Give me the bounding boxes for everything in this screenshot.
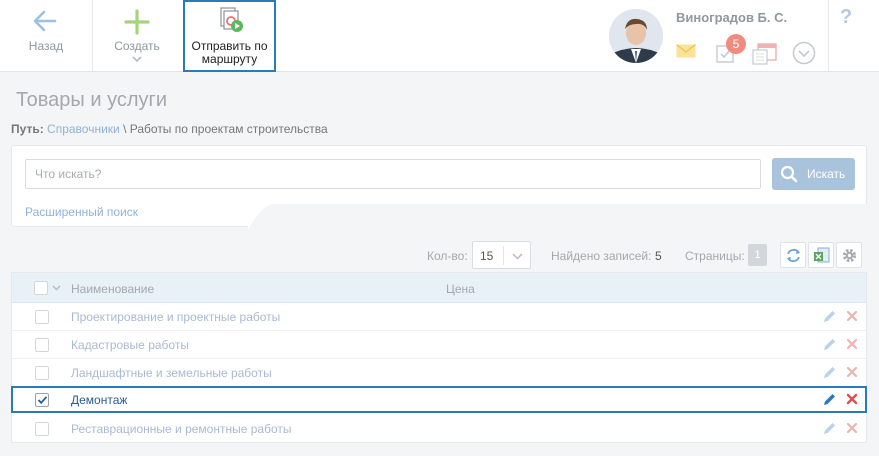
row-checkbox-checked[interactable] <box>35 393 49 407</box>
row-name[interactable]: Проектирование и проектные работы <box>71 310 280 324</box>
refresh-button[interactable] <box>780 242 806 268</box>
chevron-down-icon <box>512 253 523 260</box>
select-all-checkbox[interactable] <box>34 281 48 295</box>
close-icon[interactable] <box>845 392 859 406</box>
column-header-price[interactable]: Цена <box>446 282 475 296</box>
row-name[interactable]: Ландшафтные и земельные работы <box>71 366 272 380</box>
arrow-left-icon <box>33 10 57 32</box>
gear-icon <box>842 248 857 263</box>
row-name[interactable]: Реставрационные и ремонтные работы <box>71 422 292 436</box>
row-checkbox[interactable] <box>35 338 49 352</box>
pencil-icon[interactable] <box>822 337 837 352</box>
refresh-icon <box>787 248 800 263</box>
pencil-icon[interactable] <box>822 392 837 407</box>
toolbar: Назад Создать Отправить по маршруту Вино… <box>0 0 879 72</box>
search-button-label: Искать <box>807 167 846 181</box>
search-icon <box>780 165 798 183</box>
send-by-route-button[interactable]: Отправить по маршруту <box>183 0 276 72</box>
close-icon[interactable] <box>845 365 859 379</box>
column-header-name[interactable]: Наименование <box>71 282 154 296</box>
calendar-icon[interactable] <box>752 42 778 66</box>
pages-label: Страницы: <box>685 249 745 263</box>
row-name[interactable]: Демонтаж <box>71 393 127 407</box>
table-row[interactable]: Проектирование и проектные работы <box>12 303 866 331</box>
settings-button[interactable] <box>836 242 862 268</box>
row-checkbox[interactable] <box>35 422 49 436</box>
help-button[interactable]: ? <box>829 0 879 71</box>
table-row[interactable]: Ландшафтные и земельные работы <box>12 359 866 387</box>
found-label: Найдено записей: <box>551 249 652 263</box>
route-label-line2: маршруту <box>201 52 258 66</box>
search-input[interactable] <box>25 159 761 189</box>
chevron-down-icon <box>132 56 142 63</box>
pencil-icon[interactable] <box>822 421 837 436</box>
pencil-icon[interactable] <box>822 309 837 324</box>
create-label: Создать <box>114 39 160 53</box>
close-icon[interactable] <box>845 337 859 351</box>
breadcrumb-label: Путь: <box>11 122 44 136</box>
breadcrumb: Путь: Справочники \ Работы по проектам с… <box>11 122 328 136</box>
route-document-icon <box>220 7 243 32</box>
mail-icon[interactable] <box>676 44 696 58</box>
table-row[interactable]: Реставрационные и ремонтные работы <box>12 415 866 443</box>
close-icon[interactable] <box>845 421 859 435</box>
row-name[interactable]: Кадастровые работы <box>71 338 189 352</box>
create-button[interactable]: Создать <box>93 0 181 71</box>
back-button[interactable]: Назад <box>0 0 92 71</box>
search-panel: Искать Расширенный поиск <box>11 145 870 230</box>
chevron-circle-down-icon[interactable] <box>792 41 816 65</box>
back-label: Назад <box>28 39 64 53</box>
plus-icon <box>124 9 150 35</box>
avatar[interactable] <box>609 9 663 63</box>
page-number-1[interactable]: 1 <box>748 244 767 266</box>
checkmark-icon <box>37 396 48 405</box>
export-excel-button[interactable] <box>808 242 834 268</box>
page-size-select[interactable]: 15 <box>472 241 531 269</box>
search-button[interactable]: Искать <box>772 158 855 190</box>
breadcrumb-current: \ Работы по проектам строительства <box>119 122 328 136</box>
table-header: Наименование Цена <box>12 273 866 303</box>
row-checkbox[interactable] <box>35 310 49 324</box>
user-name[interactable]: Виноградов Б. С. <box>676 10 787 25</box>
pencil-icon[interactable] <box>822 365 837 380</box>
panel-notch <box>248 203 870 230</box>
page-title: Товары и услуги <box>16 89 167 111</box>
breadcrumb-link-directories[interactable]: Справочники <box>47 122 120 136</box>
items-table: Наименование Цена Проектирование и проек… <box>11 272 867 443</box>
table-row[interactable]: Кадастровые работы <box>12 331 866 359</box>
table-row-selected[interactable]: Демонтаж <box>11 386 867 413</box>
found-count: 5 <box>655 249 662 263</box>
page-size-value: 15 <box>480 249 494 263</box>
close-icon[interactable] <box>845 309 859 323</box>
excel-icon <box>814 247 830 263</box>
row-checkbox[interactable] <box>35 366 49 380</box>
help-icon: ? <box>840 6 853 28</box>
qty-label: Кол-во: <box>427 249 468 263</box>
advanced-search-link[interactable]: Расширенный поиск <box>25 205 138 219</box>
user-photo-icon <box>609 9 663 63</box>
tasks-count-badge: 5 <box>726 34 746 54</box>
chevron-down-icon[interactable] <box>52 285 61 291</box>
